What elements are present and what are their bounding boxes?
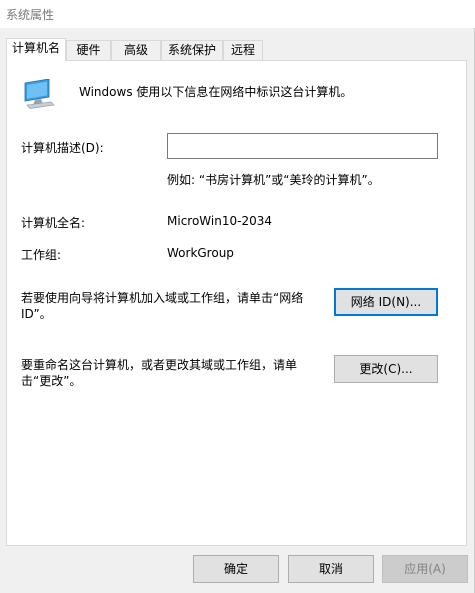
full-name-label: 计算机全名: xyxy=(21,216,86,230)
description-example-text: 例如: “书房计算机”或“美玲的计算机”。 xyxy=(167,173,380,187)
window-title: 系统属性 xyxy=(6,8,55,22)
tab-remote[interactable]: 远程 xyxy=(223,40,263,60)
cancel-button[interactable]: 取消 xyxy=(288,555,374,583)
workgroup-label: 工作组: xyxy=(21,248,62,262)
change-instructions: 要重命名这台计算机，或者更改其域或工作组，请单击“更改”。 xyxy=(21,358,298,388)
intro-text: Windows 使用以下信息在网络中标识这台计算机。 xyxy=(79,85,353,99)
full-name-value: MicroWin10-2034 xyxy=(167,214,272,228)
workgroup-value: WorkGroup xyxy=(167,246,234,260)
system-properties-dialog: 系统属性 计算机名 硬件 高级 系统保护 远程 Windows 使用以下信息在网… xyxy=(0,0,475,593)
tab-strip: 计算机名 硬件 高级 系统保护 远程 xyxy=(6,38,471,61)
tab-hardware[interactable]: 硬件 xyxy=(66,40,111,60)
computer-name-panel: Windows 使用以下信息在网络中标识这台计算机。 计算机描述(D): 例如:… xyxy=(6,60,467,546)
apply-button[interactable]: 应用(A) xyxy=(382,555,468,583)
tab-computer-name[interactable]: 计算机名 xyxy=(6,38,66,61)
network-id-button[interactable]: 网络 ID(N)... xyxy=(334,288,438,316)
title-bar: 系统属性 xyxy=(0,0,475,28)
tab-advanced[interactable]: 高级 xyxy=(111,40,161,60)
tab-system-protection[interactable]: 系统保护 xyxy=(161,40,223,60)
computer-monitor-icon xyxy=(24,79,55,109)
computer-description-input[interactable] xyxy=(167,133,438,159)
change-button[interactable]: 更改(C)... xyxy=(334,355,438,383)
computer-description-label: 计算机描述(D): xyxy=(21,141,104,155)
network-id-instructions: 若要使用向导将计算机加入域或工作组，请单击“网络 ID”。 xyxy=(21,291,304,321)
ok-button[interactable]: 确定 xyxy=(193,555,279,583)
